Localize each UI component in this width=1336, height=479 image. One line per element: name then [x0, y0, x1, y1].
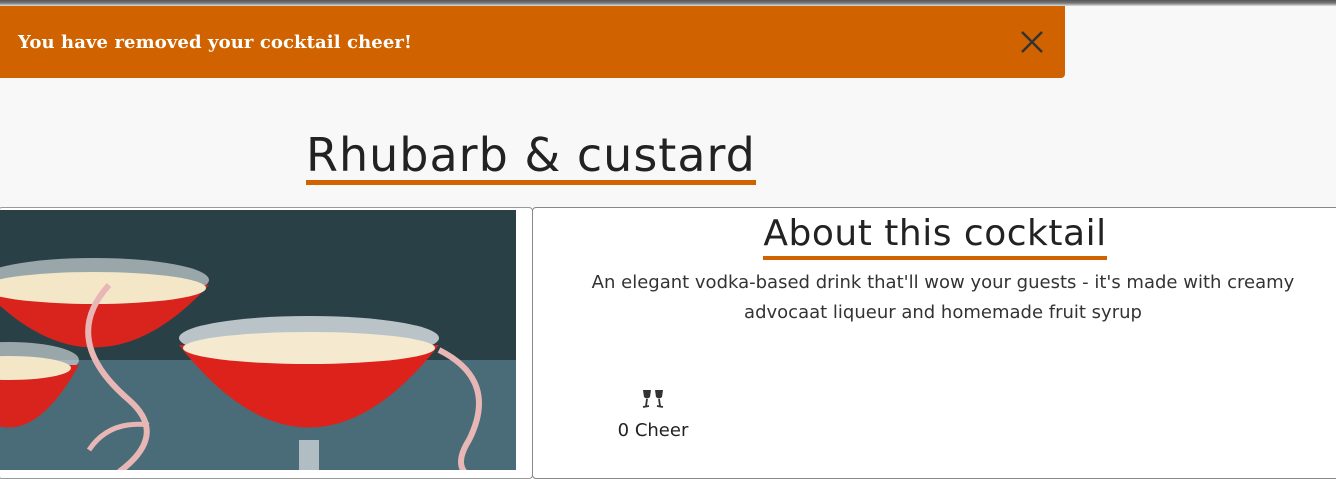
about-heading: About this cocktail: [533, 212, 1336, 260]
flash-message: You have removed your cocktail cheer!: [0, 6, 1065, 78]
about-heading-text: About this cocktail: [763, 212, 1107, 260]
cheer-button[interactable]: 0 Cheer: [617, 388, 689, 441]
cocktail-title: Rhubarb & custard: [306, 130, 756, 185]
close-icon[interactable]: [1017, 27, 1047, 57]
cocktail-info-card: About this cocktail An elegant vodka-bas…: [532, 207, 1336, 479]
cocktail-description: An elegant vodka-based drink that'll wow…: [591, 272, 1295, 323]
cheer-count: 0 Cheer: [617, 420, 689, 441]
clinking-glasses-icon: [640, 390, 666, 414]
cocktail-image-card: [0, 207, 533, 479]
cocktail-photo: [0, 210, 516, 478]
flash-message-text: You have removed your cocktail cheer!: [18, 31, 412, 53]
